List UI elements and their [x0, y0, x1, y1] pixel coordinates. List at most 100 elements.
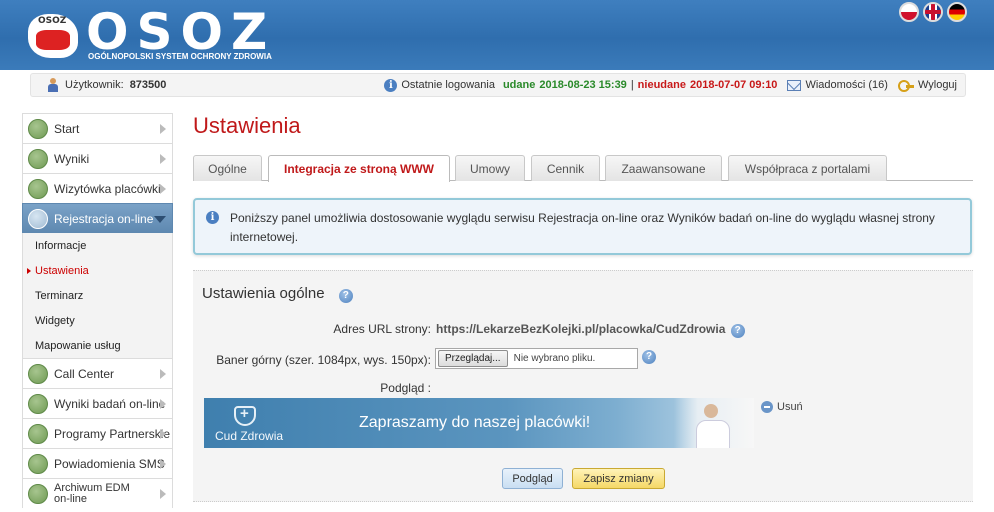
- settings-tabs: Ogólne Integracja ze stroną WWW Umowy Ce…: [193, 155, 973, 182]
- help-icon[interactable]: ?: [730, 324, 745, 338]
- globe-icon: [28, 178, 48, 199]
- tab-cennik[interactable]: Cennik: [531, 155, 600, 181]
- chevron-right-icon: [160, 429, 166, 439]
- flag-pl-icon[interactable]: [899, 2, 919, 22]
- sidebar-item-label: Call Center: [54, 366, 115, 381]
- language-switcher: [899, 2, 967, 22]
- user-bar: Użytkownik: 873500 i Ostatnie logowania …: [30, 73, 966, 97]
- messages-link[interactable]: Wiadomości (16): [805, 79, 888, 91]
- preview-button[interactable]: Podgląd: [502, 468, 563, 489]
- sidebar-item-label: Wyniki badań on-line: [54, 396, 166, 411]
- info-icon: i: [206, 211, 219, 224]
- sidebar-item-call-center[interactable]: Call Center: [22, 358, 173, 388]
- flag-en-icon[interactable]: [923, 2, 943, 22]
- sidebar-item-archiwum[interactable]: Archiwum EDM on-line: [22, 478, 173, 508]
- sms-icon: [28, 453, 48, 474]
- chevron-right-icon: [160, 124, 166, 134]
- remove-label: Usuń: [777, 401, 803, 413]
- panel-title: Ustawienia ogólne ?: [202, 285, 353, 303]
- chevron-right-icon: [160, 489, 166, 499]
- success-label: udane: [502, 79, 536, 91]
- chevron-right-icon: [160, 369, 166, 379]
- chevron-down-icon: [154, 216, 166, 223]
- app-header: OSOZ OSOZ OGÓLNOPOLSKI SYSTEM OCHRONY ZD…: [0, 0, 994, 70]
- banner-label: Baner górny (szer. 1084px, wys. 150px):: [216, 353, 431, 367]
- remove-banner-link[interactable]: Usuń: [761, 401, 803, 413]
- bar-chart-icon: [28, 148, 48, 169]
- user-icon: [47, 78, 59, 92]
- general-settings-panel: Ustawienia ogólne ? Adres URL strony: ht…: [193, 270, 973, 502]
- phone-icon: [28, 363, 48, 384]
- tab-zaawansowane[interactable]: Zaawansowane: [605, 155, 722, 181]
- archive-icon: [28, 483, 48, 504]
- failed-time: 2018-07-07 09:10: [689, 79, 778, 91]
- calendar-icon: [28, 208, 48, 229]
- panel-title-text: Ustawienia ogólne: [202, 285, 325, 302]
- sidebar-item-rejestracja[interactable]: Rejestracja on-line: [22, 203, 173, 233]
- login-info: i Ostatnie logowania udane 2018-08-23 15…: [384, 78, 957, 92]
- save-button[interactable]: Zapisz zmiany: [572, 468, 665, 489]
- info-icon: i: [384, 78, 398, 92]
- chevron-right-icon: [160, 459, 166, 469]
- submenu-item-terminarz[interactable]: Terminarz: [23, 283, 172, 308]
- sidebar-item-wyniki-badan[interactable]: Wyniki badań on-line: [22, 388, 173, 418]
- flask-icon: [28, 393, 48, 414]
- help-icon[interactable]: ?: [338, 289, 353, 303]
- info-notice: i Poniższy panel umożliwia dostosowanie …: [193, 198, 972, 255]
- chevron-right-icon: [160, 399, 166, 409]
- monitor-icon: [28, 118, 48, 139]
- url-value: https://LekarzeBezKolejki.pl/placowka/Cu…: [436, 322, 745, 338]
- sidebar-item-label: Rejestracja on-line: [54, 211, 154, 226]
- browse-button[interactable]: Przeglądaj...: [438, 350, 508, 367]
- envelope-icon[interactable]: [787, 79, 802, 91]
- notice-text: Poniższy panel umożliwia dostosowanie wy…: [230, 211, 935, 244]
- sidebar-item-label: Powiadomienia SMS: [54, 456, 165, 471]
- logo-subtitle: OGÓLNOPOLSKI SYSTEM OCHRONY ZDROWIA: [88, 52, 272, 61]
- key-icon[interactable]: [897, 78, 914, 92]
- submenu-item-widgety[interactable]: Widgety: [23, 308, 172, 333]
- page-title: Ustawienia: [193, 113, 301, 138]
- url-value-text: https://LekarzeBezKolejki.pl/placowka/Cu…: [436, 322, 726, 336]
- user-label: Użytkownik:: [65, 79, 124, 91]
- sidebar-item-label: Wizytówka placówki: [54, 181, 161, 196]
- banner-preview: Cud Zdrowia Zapraszamy do naszej placówk…: [204, 398, 754, 448]
- sidebar-item-wizytowka[interactable]: Wizytówka placówki: [22, 173, 173, 203]
- user-id: 873500: [129, 79, 167, 91]
- tab-umowy[interactable]: Umowy: [455, 155, 525, 181]
- sidebar-item-label: Wyniki: [54, 151, 90, 166]
- submenu-item-mapowanie[interactable]: Mapowanie usług: [23, 333, 172, 358]
- success-time: 2018-08-23 15:39: [539, 79, 627, 91]
- user-info: Użytkownik: 873500: [47, 78, 166, 92]
- chevron-right-icon: [160, 184, 166, 194]
- doctor-image: [674, 398, 754, 448]
- failed-label: nieudane: [637, 79, 686, 91]
- tab-ogolne[interactable]: Ogólne: [193, 155, 262, 181]
- submenu-item-informacje[interactable]: Informacje: [23, 233, 172, 258]
- url-label: Adres URL strony:: [333, 322, 431, 336]
- logout-link[interactable]: Wyloguj: [918, 79, 957, 91]
- tab-wspolpraca[interactable]: Współpraca z portalami: [728, 155, 887, 181]
- banner-slogan: Zapraszamy do naszej placówki!: [359, 414, 591, 431]
- minus-icon: [761, 401, 773, 413]
- no-file-text: Nie wybrano pliku.: [513, 353, 596, 364]
- sidebar-item-sms[interactable]: Powiadomienia SMS: [22, 448, 173, 478]
- sidebar-item-label: Programy Partnerskie: [54, 426, 171, 441]
- osoz-logo[interactable]: OSOZ: [26, 10, 82, 62]
- sidebar-item-start[interactable]: Start: [22, 113, 173, 143]
- logo-small-text: OSOZ: [38, 16, 67, 26]
- sidebar-item-wyniki[interactable]: Wyniki: [22, 143, 173, 173]
- sidebar-submenu: Informacje Ustawienia Terminarz Widgety …: [22, 233, 173, 358]
- chevron-right-icon: [160, 154, 166, 164]
- sidebar-item-label-line2: on-line: [54, 492, 88, 505]
- submenu-item-ustawienia[interactable]: Ustawienia: [23, 258, 172, 283]
- flag-de-icon[interactable]: [947, 2, 967, 22]
- banner-brand: Cud Zdrowia: [215, 429, 284, 443]
- sidebar-item-programy[interactable]: Programy Partnerskie: [22, 418, 173, 448]
- help-icon[interactable]: ?: [642, 350, 656, 364]
- sidebar-item-label: Start: [54, 121, 80, 136]
- sidebar-menu: Start Wyniki Wizytówka placówki Rejestra…: [22, 113, 173, 508]
- tab-integracja[interactable]: Integracja ze stroną WWW: [268, 155, 450, 182]
- banner-file-input[interactable]: Przeglądaj... Nie wybrano pliku.: [435, 348, 638, 369]
- last-logins-label: Ostatnie logowania: [401, 79, 495, 91]
- handshake-icon: [28, 423, 48, 444]
